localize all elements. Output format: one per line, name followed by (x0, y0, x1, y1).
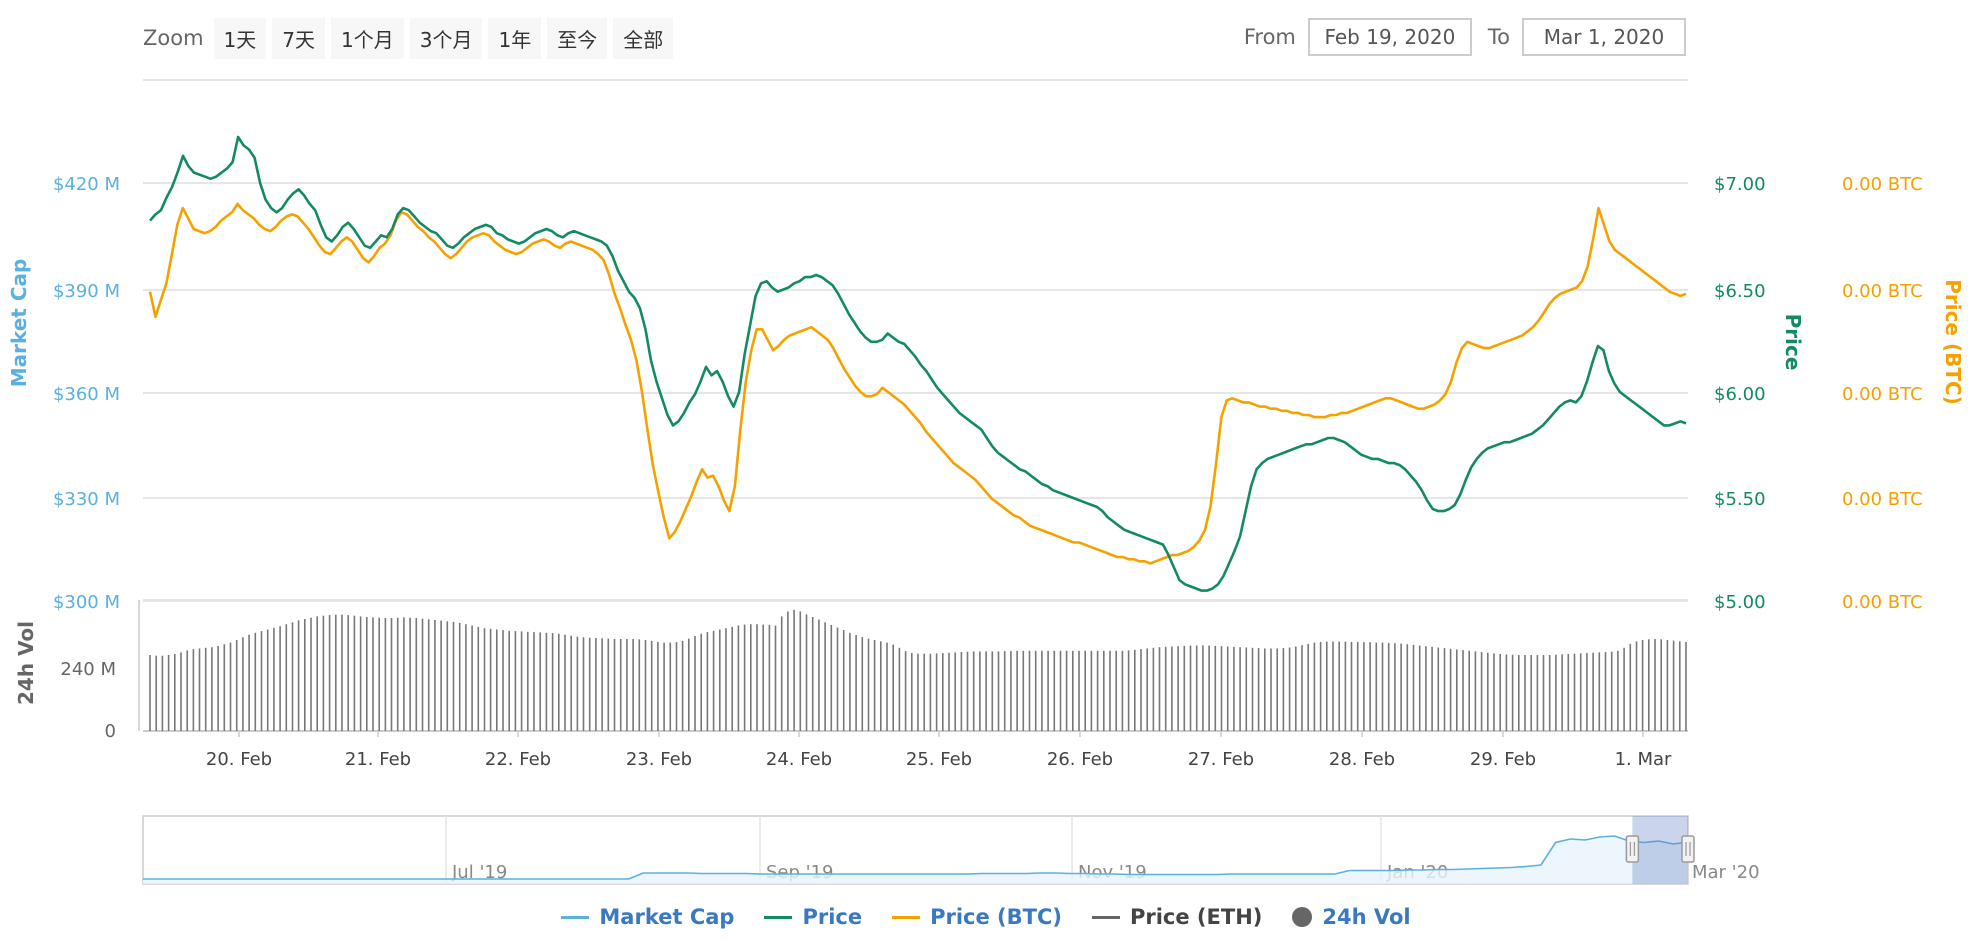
price-tick-label: $6.50 (1714, 281, 1766, 302)
x-axis-tick-label: 26. Feb (1047, 749, 1113, 770)
price-btc-axis-title: Price (BTC) (1941, 279, 1965, 405)
legend-label: 24h Vol (1322, 905, 1411, 929)
price-tick-label: $5.50 (1714, 489, 1766, 510)
navigator-selection[interactable] (1632, 816, 1688, 884)
x-axis-tick-label: 20. Feb (206, 749, 272, 770)
navigator-left-handle[interactable] (1625, 835, 1640, 863)
price-tick-label: $5.00 (1714, 592, 1766, 613)
legend-label: Price (ETH) (1129, 905, 1263, 929)
legend-label: Price (BTC) (930, 905, 1062, 929)
market-cap-tick-label: $420 M (53, 174, 120, 195)
price-tick-label: $6.00 (1714, 384, 1766, 405)
x-axis-tick-label: 27. Feb (1188, 749, 1254, 770)
price-btc-tick-label: 0.00 BTC (1842, 281, 1923, 302)
price-btc-tick-label: 0.00 BTC (1842, 592, 1923, 613)
navigator-tick-label: Mar '20 (1692, 862, 1760, 883)
legend-line-icon (1091, 915, 1120, 919)
price-axis-title: Price (1781, 314, 1805, 371)
market-cap-tick-label: $360 M (53, 384, 120, 405)
price-chart[interactable]: $420 M $7.00 0.00 BTC $390 M $6.50 0.00 BTC $3… (0, 0, 1972, 900)
market-cap-tick-label: $390 M (53, 281, 120, 302)
x-axis-tick-label: 25. Feb (906, 749, 972, 770)
x-axis-tick-label: 24. Feb (766, 749, 832, 770)
legend-label: Price (802, 905, 863, 929)
x-axis-tick-label: 28. Feb (1329, 749, 1395, 770)
x-axis-tick-label: 29. Feb (1470, 749, 1536, 770)
price-btc-tick-label: 0.00 BTC (1842, 174, 1923, 195)
x-axis-tick-label: 23. Feb (626, 749, 692, 770)
legend-dot-icon (1292, 907, 1313, 927)
volume-tick-label: 0 (105, 721, 116, 742)
legend-line-icon (892, 915, 921, 919)
market-cap-tick-label: $300 M (53, 592, 120, 613)
legend-item[interactable]: Price (764, 905, 862, 929)
legend-line-icon (764, 915, 793, 919)
volume-axis-title: 24h Vol (14, 621, 38, 705)
price-btc-tick-label: 0.00 BTC (1842, 384, 1923, 405)
legend-item[interactable]: Price (ETH) (1091, 905, 1263, 929)
x-axis-tick-label: 1. Mar (1615, 749, 1672, 770)
legend-line-icon (561, 915, 590, 919)
legend-label: Market Cap (599, 905, 735, 929)
legend-item[interactable]: Market Cap (561, 905, 734, 929)
navigator-right-handle[interactable] (1681, 835, 1695, 863)
price-btc-line (148, 202, 1687, 565)
market-cap-tick-label: $330 M (53, 489, 120, 510)
price-tick-label: $7.00 (1714, 174, 1766, 195)
legend-item[interactable]: 24h Vol (1292, 905, 1411, 929)
market-cap-axis-title: Market Cap (7, 259, 31, 388)
legend-item[interactable]: Price (BTC) (892, 905, 1062, 929)
x-axis-tick-label: 22. Feb (485, 749, 551, 770)
x-axis-tick-label: 21. Feb (345, 749, 411, 770)
volume-tick-label: 240 M (60, 659, 116, 680)
price-btc-tick-label: 0.00 BTC (1842, 489, 1923, 510)
chart-legend: Market Cap Price Price (BTC) Price (ETH) 24h… (0, 905, 1972, 929)
